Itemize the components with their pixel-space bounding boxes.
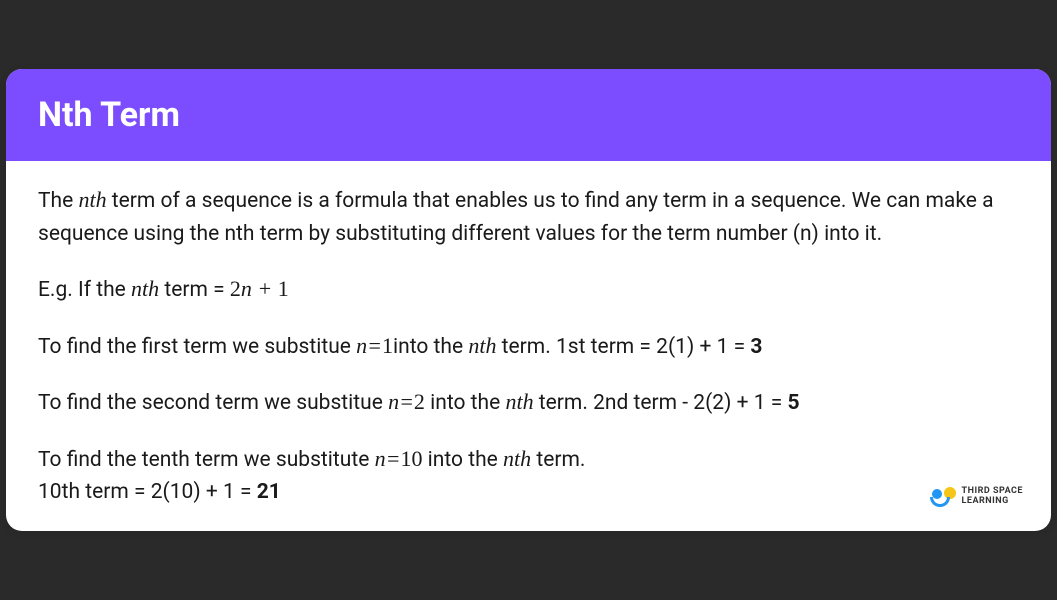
text: The [38, 189, 78, 213]
result: 5 [787, 391, 799, 415]
text: into the [393, 335, 468, 359]
text: term. [531, 448, 585, 472]
text: To find the tenth term we substitute [38, 448, 375, 472]
brand-logo: THIRD SPACE LEARNING [928, 487, 1023, 507]
card-header: Nth Term [6, 69, 1051, 161]
card-title: Nth Term [38, 95, 1019, 135]
text: into the [422, 448, 503, 472]
math-formula: 2n + 1 [230, 276, 289, 301]
result: 21 [257, 480, 281, 504]
example-paragraph: E.g. If the nth term = 2n + 1 [38, 272, 1019, 307]
math-sub: n=1 [356, 333, 393, 358]
math-nth: nth [78, 187, 106, 212]
text: term of a sequence is a formula that ena… [38, 189, 994, 246]
second-term-paragraph: To find the second term we substitue n=2… [38, 385, 1019, 420]
text: term = [159, 278, 230, 302]
math-nth: nth [468, 333, 496, 358]
text: E.g. If the [38, 278, 131, 302]
first-term-paragraph: To find the first term we substitue n=1i… [38, 329, 1019, 364]
logo-icon [928, 487, 956, 507]
math-nth: nth [505, 389, 533, 414]
math-sub: n=10 [375, 446, 423, 471]
tenth-term-paragraph: To find the tenth term we substitute n=1… [38, 442, 1019, 509]
math-nth: nth [503, 446, 531, 471]
text: into the [425, 391, 506, 415]
text: To find the first term we substitue [38, 335, 356, 359]
intro-paragraph: The nth term of a sequence is a formula … [38, 183, 1019, 250]
text: To find the second term we substitue [38, 391, 388, 415]
math-nth: nth [131, 276, 159, 301]
lesson-card: Nth Term The nth term of a sequence is a… [6, 69, 1051, 531]
text: term. 2nd term - 2(2) + 1 = [534, 391, 788, 415]
card-content: The nth term of a sequence is a formula … [6, 161, 1051, 531]
logo-text: THIRD SPACE LEARNING [962, 487, 1023, 507]
result: 3 [750, 335, 762, 359]
text: 10th term = 2(10) + 1 = [38, 480, 257, 504]
math-sub: n=2 [388, 389, 425, 414]
logo-line2: LEARNING [962, 497, 1023, 507]
text: term. 1st term = 2(1) + 1 = [496, 335, 750, 359]
